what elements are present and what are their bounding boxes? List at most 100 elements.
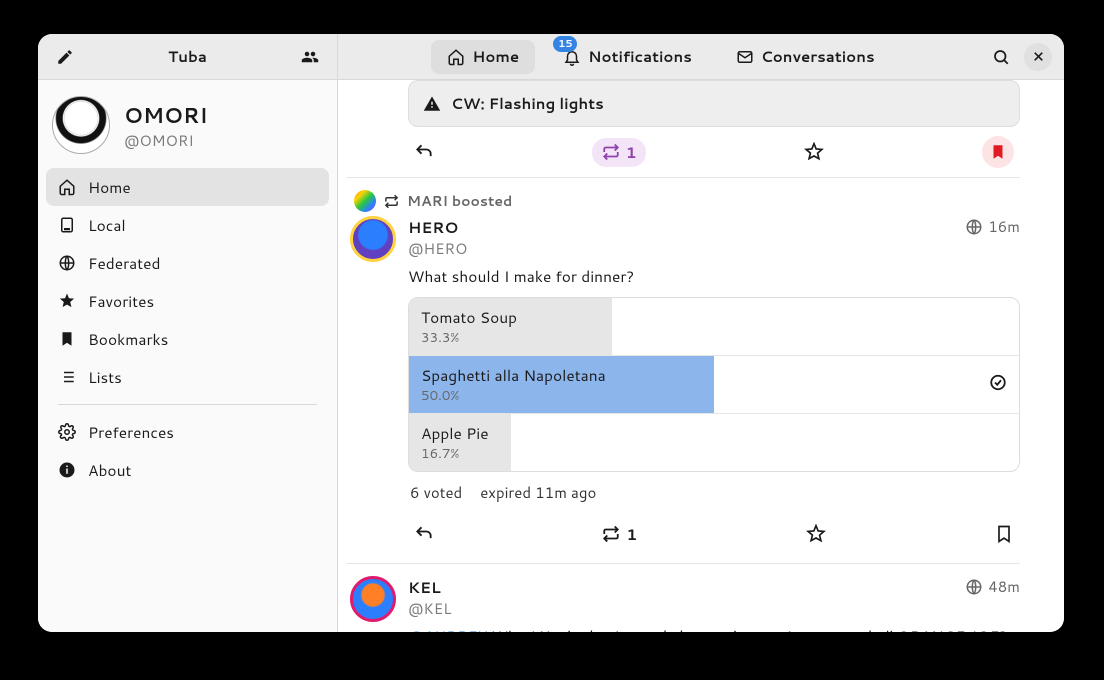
avatar[interactable] — [350, 576, 396, 622]
globe-icon — [965, 218, 983, 236]
mention-link[interactable]: @AUBREY — [408, 625, 487, 632]
time-label: 16m — [988, 216, 1020, 237]
poll-percent: 50.0% — [421, 386, 1007, 405]
cw-label: CW: Flashing lights — [451, 93, 604, 114]
boost-icon — [602, 143, 620, 161]
tab-home[interactable]: Home — [431, 40, 535, 74]
sidebar-item-label: Preferences — [88, 421, 174, 443]
timeline[interactable]: CW: Flashing lights 1 — [338, 80, 1064, 632]
notifications-badge: 15 — [553, 36, 577, 52]
sidebar-item-federated[interactable]: Federated — [46, 244, 329, 282]
sidebar-item-label: Federated — [88, 252, 160, 274]
profile-block[interactable]: OMORI @OMORI — [38, 80, 337, 162]
reply-icon — [414, 524, 434, 544]
sidebar-item-label: Lists — [88, 366, 122, 388]
profile-name: OMORI — [124, 100, 208, 130]
header-tabs: Home 15 Notifications Conversations — [338, 40, 984, 74]
poll-label: Spaghetti alla Napoletana — [421, 364, 1007, 386]
home-icon — [447, 48, 465, 66]
close-button[interactable] — [1024, 43, 1052, 71]
post-head: HERO @HERO 16m — [408, 216, 1020, 259]
reply-button[interactable] — [414, 524, 434, 544]
favorite-button[interactable] — [804, 142, 824, 162]
check-circle-icon — [989, 373, 1007, 391]
poll-voted: 6 voted — [410, 482, 462, 503]
poll-meta: 6 voted expired 11m ago — [408, 472, 1020, 509]
sidebar-item-about[interactable]: About — [46, 451, 329, 489]
header-right — [984, 40, 1064, 74]
bookmark-icon — [994, 524, 1014, 544]
nav-list: Home Local Federated Favorites Bookmarks — [38, 162, 337, 495]
post-text: @AUBREY What! You're buying soda but you… — [408, 619, 1020, 632]
bookmark-button[interactable] — [994, 524, 1014, 544]
mail-icon — [736, 48, 754, 66]
header-bar: Tuba Home 15 Notifications Conversations — [38, 34, 1064, 80]
compose-button[interactable] — [48, 40, 82, 74]
selected-check — [989, 373, 1007, 396]
sidebar-item-lists[interactable]: Lists — [46, 358, 329, 396]
people-icon — [301, 48, 319, 66]
boost-count: 1 — [626, 142, 637, 163]
sidebar-item-label: Bookmarks — [88, 328, 168, 350]
poll-percent: 33.3% — [421, 328, 1007, 347]
post-row: HERO @HERO 16m What should I make for di… — [346, 216, 1020, 559]
favorite-button[interactable] — [806, 524, 826, 544]
boost-indicator: MARI boosted — [346, 190, 1020, 212]
post-time: 48m — [965, 576, 1020, 597]
sidebar-item-bookmarks[interactable]: Bookmarks — [46, 320, 329, 358]
header-left: Tuba — [38, 34, 338, 79]
device-icon — [58, 216, 76, 234]
post-actions: 1 — [408, 509, 1020, 559]
reply-button[interactable] — [414, 142, 434, 162]
search-button[interactable] — [984, 40, 1018, 74]
avatar[interactable] — [350, 216, 396, 262]
sidebar-item-local[interactable]: Local — [46, 206, 329, 244]
globe-icon — [965, 578, 983, 596]
tab-notifications-label: Notifications — [588, 46, 692, 67]
time-label: 48m — [988, 576, 1020, 597]
tab-home-label: Home — [472, 46, 519, 67]
home-icon — [58, 178, 76, 196]
sidebar-item-favorites[interactable]: Favorites — [46, 282, 329, 320]
avatar — [52, 96, 110, 154]
content-warning[interactable]: CW: Flashing lights — [408, 80, 1020, 127]
poll-option-2[interactable]: Spaghetti alla Napoletana 50.0% — [409, 356, 1019, 414]
app-title: Tuba — [168, 46, 207, 67]
profile-info: OMORI @OMORI — [124, 100, 208, 151]
post-row: KEL @KEL 48m @AUBREY What! You're buying… — [346, 576, 1020, 632]
boost-button[interactable]: 1 — [602, 524, 637, 545]
poll-percent: 16.7% — [421, 444, 1007, 463]
poll-option-3[interactable]: Apple Pie 16.7% — [409, 414, 1019, 471]
sidebar-item-home[interactable]: Home — [46, 168, 329, 206]
globe-icon — [58, 254, 76, 272]
timeline-content: CW: Flashing lights 1 — [346, 80, 1020, 632]
tab-conversations-label: Conversations — [761, 46, 875, 67]
post-author[interactable]: HERO @HERO — [408, 216, 965, 259]
post-time: 16m — [965, 216, 1020, 237]
sidebar-item-preferences[interactable]: Preferences — [46, 413, 329, 451]
pencil-icon — [56, 48, 74, 66]
sidebar-item-label: Home — [88, 176, 131, 198]
post-hero: MARI boosted HERO @HERO — [346, 178, 1020, 563]
post-kel: KEL @KEL 48m @AUBREY What! You're buying… — [346, 564, 1020, 632]
boost-button[interactable]: 1 — [592, 138, 647, 167]
post-actions: 1 — [408, 127, 1020, 177]
boost-count: 1 — [626, 524, 637, 545]
post-name: KEL — [408, 576, 965, 598]
post-body: KEL @KEL 48m @AUBREY What! You're buying… — [408, 576, 1020, 632]
boost-icon — [384, 194, 399, 209]
sidebar-item-label: Favorites — [88, 290, 154, 312]
mini-avatar — [354, 190, 376, 212]
post-text: What should I make for dinner? — [408, 259, 1020, 297]
star-icon — [804, 142, 824, 162]
tab-conversations[interactable]: Conversations — [720, 40, 891, 74]
poll-option-1[interactable]: Tomato Soup 33.3% — [409, 298, 1019, 356]
star-icon — [58, 292, 76, 310]
poll: Tomato Soup 33.3% Spaghetti alla Napolet… — [408, 297, 1020, 472]
bookmark-button[interactable] — [982, 136, 1014, 168]
post-author[interactable]: KEL @KEL — [408, 576, 965, 619]
tab-notifications[interactable]: 15 Notifications — [547, 40, 708, 74]
accounts-button[interactable] — [293, 40, 327, 74]
info-icon — [58, 461, 76, 479]
close-icon — [1032, 50, 1045, 63]
